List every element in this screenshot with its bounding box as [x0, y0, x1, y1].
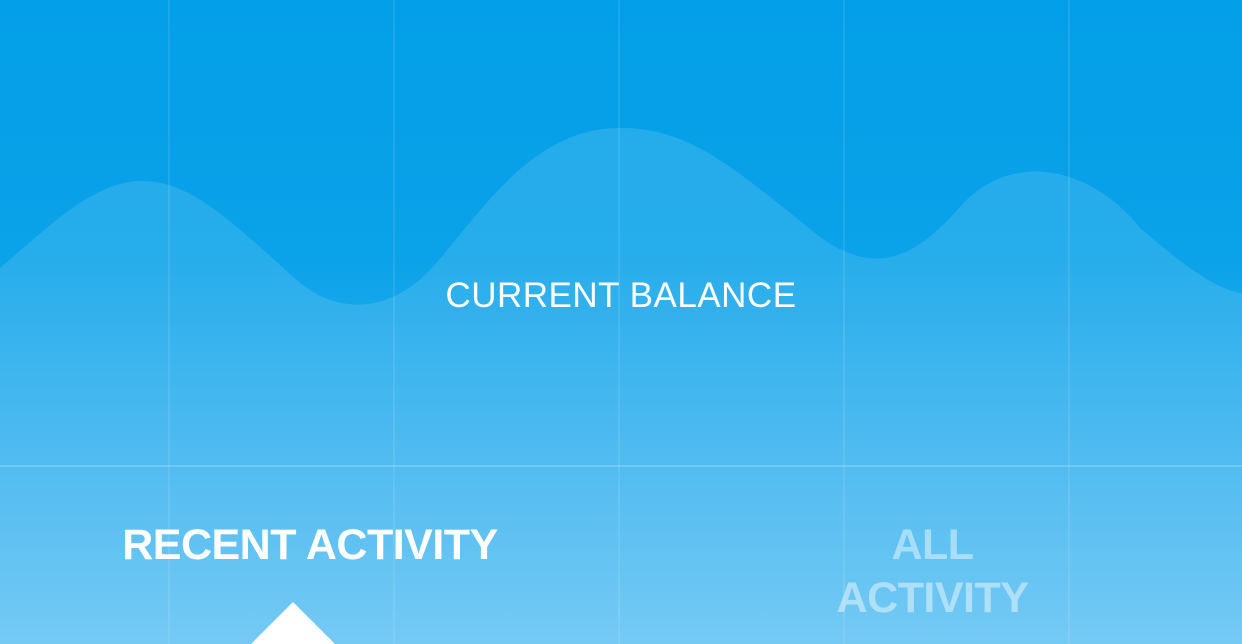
balance-screen: CURRENT BALANCE RECENT ACTIVITY ALL ACTI… [0, 0, 1242, 644]
current-balance-label: CURRENT BALANCE [445, 276, 797, 315]
tab-recent-activity[interactable]: RECENT ACTIVITY [110, 519, 510, 572]
tab-all-activity-label-line1: ALL [891, 521, 974, 569]
tab-all-activity-label-line2: ACTIVITY [836, 574, 1029, 622]
tab-all-activity[interactable]: ALL ACTIVITY [820, 519, 1045, 625]
active-tab-indicator [251, 602, 335, 644]
tab-recent-activity-label: RECENT ACTIVITY [122, 521, 498, 569]
